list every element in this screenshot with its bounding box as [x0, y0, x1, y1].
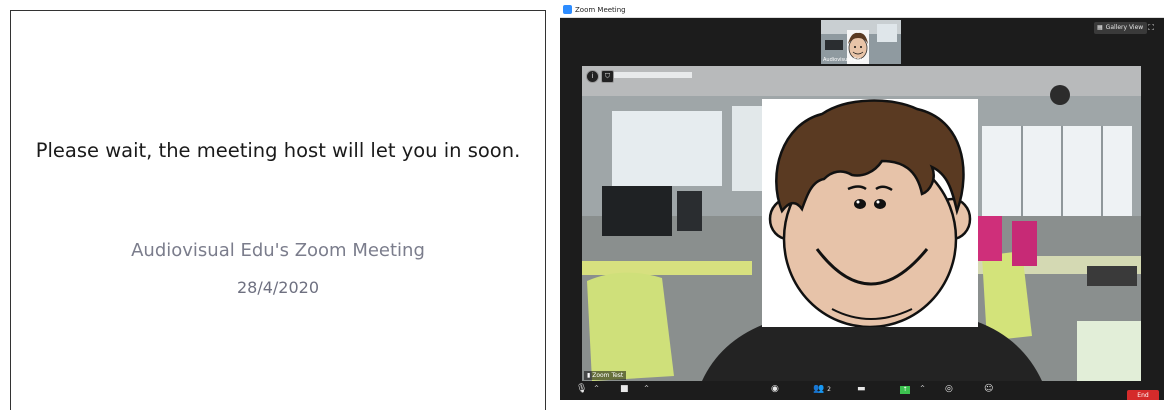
- cartoon-face-image: [762, 99, 978, 329]
- mute-button[interactable]: 🎙: [576, 384, 587, 394]
- security-button[interactable]: ◉: [771, 384, 779, 394]
- participants-count: 2: [827, 386, 831, 393]
- share-screen-button[interactable]: ↑: [900, 384, 910, 394]
- meeting-title: Audiovisual Edu's Zoom Meeting: [131, 240, 425, 261]
- chat-icon: ▬: [857, 384, 866, 394]
- audio-options-chevron-icon[interactable]: ^: [594, 384, 599, 394]
- window-title: Zoom Meeting: [575, 6, 626, 14]
- security-shield-icon: ◉: [771, 384, 779, 394]
- signal-icon: ▮: [587, 372, 591, 379]
- video-options-chevron-icon[interactable]: ^: [644, 384, 649, 394]
- video-label-text: Zoom Test: [592, 372, 624, 379]
- fullscreen-icon[interactable]: ⛶: [1146, 23, 1156, 33]
- gallery-view-label: Gallery View: [1105, 24, 1144, 31]
- waiting-message: Please wait, the meeting host will let y…: [35, 139, 521, 162]
- main-video-feed: i ⛉ ▮ Zoom Test: [582, 66, 1141, 381]
- end-meeting-button[interactable]: End: [1127, 390, 1159, 400]
- waiting-room-panel: Please wait, the meeting host will let y…: [10, 10, 546, 410]
- video-name-label: ▮ Zoom Test: [584, 371, 627, 380]
- cartoon-face-icon: [768, 99, 972, 329]
- grid-icon: ▦: [1097, 24, 1103, 31]
- meeting-toolbar: 🎙 ^ ■ ^ ◉ 👥 2 ▬ ↑ ^ ◎ ☺ End: [560, 381, 1164, 400]
- reactions-button[interactable]: ☺: [984, 384, 993, 394]
- record-button[interactable]: ◎: [945, 384, 953, 394]
- window-titlebar: Zoom Meeting: [560, 3, 1164, 18]
- reactions-icon: ☺: [984, 384, 994, 394]
- video-button[interactable]: ■: [620, 384, 629, 394]
- meeting-date: 28/4/2020: [236, 278, 320, 297]
- shield-icon[interactable]: ⛉: [601, 70, 614, 83]
- share-screen-icon: ↑: [900, 386, 910, 394]
- participants-button[interactable]: 👥 2: [812, 384, 832, 395]
- participant-thumbnail[interactable]: Audiovisual Edu: [821, 20, 901, 64]
- gallery-view-button[interactable]: ▦ Gallery View: [1094, 22, 1148, 34]
- info-icon[interactable]: i: [586, 70, 599, 83]
- participants-icon: 👥: [813, 384, 825, 394]
- record-icon: ◎: [945, 384, 953, 394]
- camera-icon: ■: [620, 384, 629, 394]
- thumbnail-name-label: Audiovisual Edu: [823, 57, 863, 63]
- share-options-chevron-icon[interactable]: ^: [920, 384, 925, 394]
- microphone-icon: 🎙: [576, 384, 588, 394]
- zoom-meeting-window: Zoom Meeting Audiovisual Edu ▦ Gallery V…: [560, 3, 1164, 400]
- chat-button[interactable]: ▬: [857, 384, 866, 394]
- zoom-app-icon: [563, 5, 572, 14]
